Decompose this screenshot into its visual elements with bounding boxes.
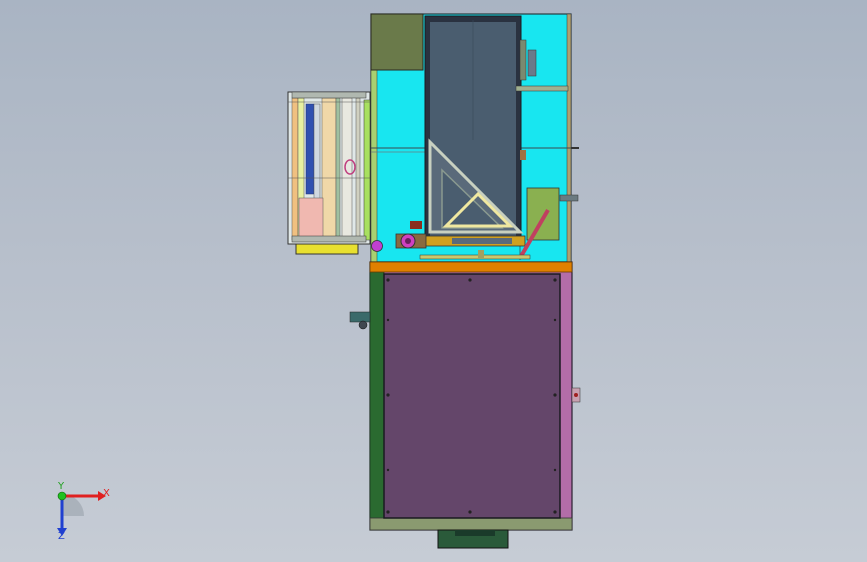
hopper-bottom-bar[interactable] [424,235,526,247]
magenta-bolt[interactable] [371,240,383,252]
base-bottom-motor[interactable] [437,529,509,549]
roller-unit[interactable] [287,91,371,255]
x-axis-label: X [103,488,110,499]
machine-model-top-view[interactable] [0,0,867,562]
y-axis-label: Y [58,481,65,492]
y-axis-icon [57,491,67,501]
motor-box[interactable] [370,13,424,71]
base-frame[interactable] [369,261,573,531]
z-axis-label: Z [58,531,65,542]
cad-viewport[interactable]: X Y Z [0,0,867,562]
